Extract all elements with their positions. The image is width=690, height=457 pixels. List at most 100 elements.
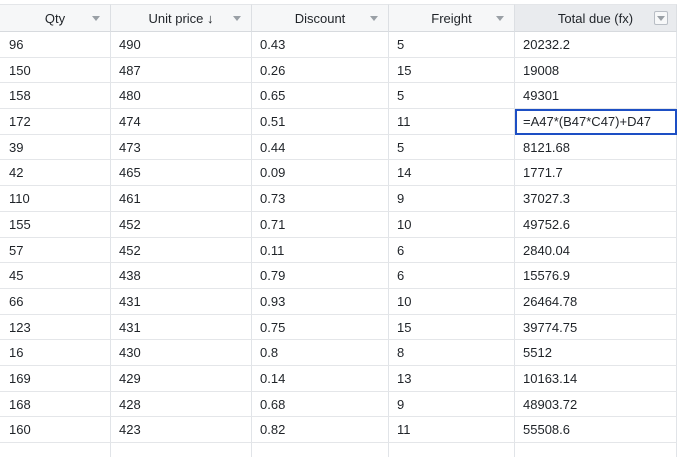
- cell-qty[interactable]: 168: [0, 391, 111, 418]
- cell-discount[interactable]: 0.93: [252, 288, 389, 315]
- column-menu-caret-icon[interactable]: [92, 16, 100, 21]
- cell-freight[interactable]: 10: [389, 211, 515, 238]
- cell-qty[interactable]: 66: [0, 288, 111, 315]
- cell-total-due[interactable]: 26464.78: [515, 288, 677, 315]
- cell-unit-price[interactable]: 431: [111, 288, 252, 315]
- cell-unit-price[interactable]: [111, 443, 252, 457]
- cell-unit-price[interactable]: 474: [111, 109, 252, 135]
- table-row: 45 438 0.79 6 15576.9: [0, 263, 677, 289]
- cell-qty[interactable]: 16: [0, 340, 111, 366]
- cell-discount[interactable]: 0.11: [252, 237, 389, 264]
- cell-freight[interactable]: 15: [389, 57, 515, 84]
- column-menu-caret-icon[interactable]: [233, 16, 241, 21]
- cell-unit-price[interactable]: 428: [111, 391, 252, 418]
- cell-total-due[interactable]: 55508.6: [515, 417, 677, 443]
- column-menu-button[interactable]: [654, 11, 668, 25]
- column-header-freight[interactable]: Freight: [389, 4, 515, 32]
- cell-total-due[interactable]: 20232.2: [515, 32, 677, 58]
- cell-total-due[interactable]: 39774.75: [515, 314, 677, 341]
- cell-unit-price[interactable]: 465: [111, 160, 252, 187]
- column-header-unit-price[interactable]: Unit price ↓: [111, 4, 252, 32]
- cell-discount[interactable]: 0.43: [252, 32, 389, 58]
- cell-total-due[interactable]: [515, 443, 677, 457]
- cell-freight[interactable]: 11: [389, 109, 515, 135]
- cell-freight[interactable]: 5: [389, 32, 515, 58]
- cell-discount[interactable]: 0.44: [252, 134, 389, 161]
- column-header-label: Qty: [44, 10, 66, 26]
- table-row: 150 487 0.26 15 19008: [0, 57, 677, 84]
- cell-freight[interactable]: 6: [389, 237, 515, 264]
- cell-qty[interactable]: 123: [0, 314, 111, 341]
- cell-discount[interactable]: 0.79: [252, 263, 389, 289]
- cell-qty[interactable]: 158: [0, 83, 111, 110]
- cell-qty[interactable]: 39: [0, 134, 111, 161]
- column-header-discount[interactable]: Discount: [252, 4, 389, 32]
- cell-unit-price[interactable]: 430: [111, 340, 252, 366]
- cell-freight[interactable]: 14: [389, 160, 515, 187]
- cell-qty[interactable]: 96: [0, 32, 111, 58]
- cell-unit-price[interactable]: 487: [111, 57, 252, 84]
- table-row: 158 480 0.65 5 49301: [0, 83, 677, 110]
- cell-total-due[interactable]: 15576.9: [515, 263, 677, 289]
- cell-qty[interactable]: [0, 443, 111, 457]
- cell-total-due[interactable]: 49752.6: [515, 211, 677, 238]
- cell-qty[interactable]: 110: [0, 186, 111, 212]
- cell-freight[interactable]: 9: [389, 186, 515, 212]
- cell-freight[interactable]: [389, 443, 515, 457]
- cell-unit-price[interactable]: 438: [111, 263, 252, 289]
- cell-discount[interactable]: 0.82: [252, 417, 389, 443]
- cell-total-due[interactable]: 1771.7: [515, 160, 677, 187]
- cell-total-due[interactable]: 19008: [515, 57, 677, 84]
- cell-freight[interactable]: 8: [389, 340, 515, 366]
- cell-discount[interactable]: 0.09: [252, 160, 389, 187]
- column-menu-caret-icon[interactable]: [496, 16, 504, 21]
- cell-discount[interactable]: 0.68: [252, 391, 389, 418]
- cell-discount[interactable]: 0.8: [252, 340, 389, 366]
- cell-qty[interactable]: 172: [0, 109, 111, 135]
- column-header-total-due[interactable]: Total due (fx): [515, 4, 677, 32]
- cell-discount[interactable]: [252, 443, 389, 457]
- cell-qty[interactable]: 42: [0, 160, 111, 187]
- cell-qty[interactable]: 150: [0, 57, 111, 84]
- cell-qty[interactable]: 169: [0, 365, 111, 392]
- cell-discount[interactable]: 0.51: [252, 109, 389, 135]
- cell-freight[interactable]: 10: [389, 288, 515, 315]
- cell-discount[interactable]: 0.26: [252, 57, 389, 84]
- cell-unit-price[interactable]: 473: [111, 134, 252, 161]
- cell-unit-price[interactable]: 452: [111, 211, 252, 238]
- table-row: 160 423 0.82 11 55508.6: [0, 417, 677, 443]
- cell-unit-price[interactable]: 452: [111, 237, 252, 264]
- cell-discount[interactable]: 0.14: [252, 365, 389, 392]
- cell-qty[interactable]: 45: [0, 263, 111, 289]
- cell-freight[interactable]: 6: [389, 263, 515, 289]
- cell-unit-price[interactable]: 480: [111, 83, 252, 110]
- cell-unit-price[interactable]: 429: [111, 365, 252, 392]
- cell-unit-price[interactable]: 431: [111, 314, 252, 341]
- column-menu-caret-icon[interactable]: [370, 16, 378, 21]
- cell-freight[interactable]: 9: [389, 391, 515, 418]
- cell-total-due[interactable]: 10163.14: [515, 365, 677, 392]
- cell-unit-price[interactable]: 461: [111, 186, 252, 212]
- cell-total-due[interactable]: 48903.72: [515, 391, 677, 418]
- cell-total-due[interactable]: 2840.04: [515, 237, 677, 264]
- cell-freight[interactable]: 13: [389, 365, 515, 392]
- cell-discount[interactable]: 0.65: [252, 83, 389, 110]
- cell-freight[interactable]: 5: [389, 134, 515, 161]
- cell-freight[interactable]: 11: [389, 417, 515, 443]
- cell-total-due[interactable]: 5512: [515, 340, 677, 366]
- cell-unit-price[interactable]: 490: [111, 32, 252, 58]
- cell-discount[interactable]: 0.75: [252, 314, 389, 341]
- cell-discount[interactable]: 0.71: [252, 211, 389, 238]
- cell-freight[interactable]: 5: [389, 83, 515, 110]
- cell-freight[interactable]: 15: [389, 314, 515, 341]
- cell-total-due[interactable]: 8121.68: [515, 134, 677, 161]
- cell-qty[interactable]: 57: [0, 237, 111, 264]
- cell-total-due[interactable]: 49301: [515, 83, 677, 110]
- cell-editor-total-due[interactable]: =A47*(B47*C47)+D47: [515, 109, 677, 135]
- cell-qty[interactable]: 160: [0, 417, 111, 443]
- cell-discount[interactable]: 0.73: [252, 186, 389, 212]
- cell-qty[interactable]: 155: [0, 211, 111, 238]
- cell-unit-price[interactable]: 423: [111, 417, 252, 443]
- column-header-qty[interactable]: Qty: [0, 4, 111, 32]
- cell-total-due[interactable]: 37027.3: [515, 186, 677, 212]
